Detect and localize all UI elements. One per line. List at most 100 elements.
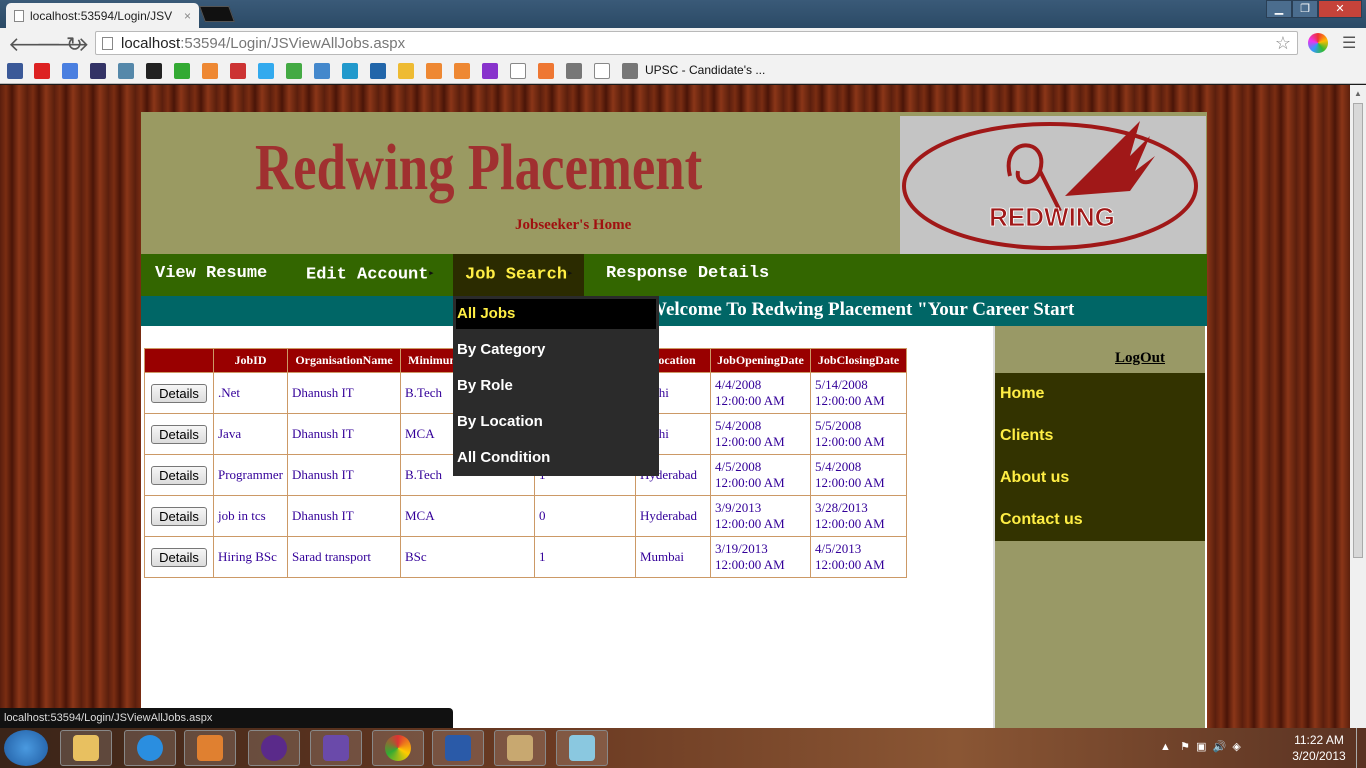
- col-header-closing-date: JobClosingDate: [809, 348, 907, 373]
- cell-closing-date: 5/5/2008 12:00:00 AM: [809, 413, 907, 455]
- taskbar-bittorrent[interactable]: [248, 730, 300, 766]
- dropdown-all-jobs[interactable]: All Jobs: [456, 299, 656, 329]
- windows-icon[interactable]: [174, 63, 190, 79]
- scrollbar-thumb[interactable]: [1353, 103, 1363, 558]
- page-container: Redwing Placement Jobseeker's Home REDWI…: [141, 112, 1207, 728]
- details-button[interactable]: Details: [151, 547, 207, 567]
- taskbar-word[interactable]: [432, 730, 484, 766]
- marquee-text: Welcome To Redwing Placement "Your Caree…: [648, 299, 1075, 320]
- bookmark-hand-icon[interactable]: [398, 63, 414, 79]
- submenu-arrow-icon: ▶: [429, 270, 434, 278]
- details-button[interactable]: Details: [151, 465, 207, 485]
- action-center-icon[interactable]: ⚑: [1180, 741, 1190, 753]
- chrome-icon: [385, 735, 411, 761]
- site-title: Redwing Placement: [255, 131, 703, 204]
- redwing-logo: REDWING: [900, 116, 1206, 254]
- media-player-icon: [197, 735, 223, 761]
- taskbar-paint[interactable]: [494, 730, 546, 766]
- yahoo-icon[interactable]: [482, 63, 498, 79]
- side-item-clients[interactable]: Clients: [995, 415, 1205, 457]
- nav-response-details[interactable]: Response Details: [606, 254, 769, 296]
- nav-job-search[interactable]: Job Search▶: [453, 254, 585, 296]
- start-button[interactable]: [4, 730, 48, 766]
- cell-jobid: .Net: [213, 372, 288, 414]
- page-icon: [102, 36, 113, 50]
- scroll-up-icon[interactable]: ▲: [1354, 89, 1362, 98]
- twitter-icon[interactable]: [258, 63, 274, 79]
- dropdown-by-location[interactable]: By Location: [456, 407, 656, 443]
- document-icon[interactable]: [594, 63, 610, 79]
- taskbar-media-player[interactable]: [184, 730, 236, 766]
- cell-hidden: 0: [533, 495, 636, 537]
- cell-organisation: Dhanush IT: [286, 454, 401, 496]
- cell-jobid: job in tcs: [213, 495, 288, 537]
- details-button[interactable]: Details: [151, 424, 207, 444]
- dropdown-by-role[interactable]: By Role: [456, 371, 656, 407]
- bookmark-cloud-icon[interactable]: [538, 63, 554, 79]
- details-button[interactable]: Details: [151, 383, 207, 403]
- bookmark-m-icon[interactable]: [146, 63, 162, 79]
- reload-icon[interactable]: ↻: [66, 32, 83, 57]
- cell-opening-date: 4/4/2008 12:00:00 AM: [709, 372, 811, 414]
- taskbar-clock[interactable]: 11:22 AM 3/20/2013: [1284, 732, 1354, 764]
- bookmark-t-icon[interactable]: [118, 63, 134, 79]
- tab-close-icon[interactable]: ×: [184, 9, 191, 23]
- minimize-button[interactable]: ▁: [1266, 0, 1292, 18]
- network-icon[interactable]: ▣: [1196, 741, 1206, 753]
- show-desktop-button[interactable]: [1356, 728, 1366, 768]
- taskbar-chrome[interactable]: [372, 730, 424, 766]
- bookmark-grid-icon[interactable]: [314, 63, 330, 79]
- window-controls: ▁ ❐ ✕: [1266, 0, 1362, 18]
- youtube-icon[interactable]: [34, 63, 50, 79]
- side-item-about-us[interactable]: About us: [995, 457, 1205, 499]
- page-scrollbar[interactable]: ▲: [1350, 85, 1366, 728]
- taskbar-notes[interactable]: [556, 730, 608, 766]
- tab-title: localhost:53594/Login/JSV: [30, 8, 173, 23]
- nav-edit-account[interactable]: Edit Account▶: [306, 254, 434, 296]
- document-icon[interactable]: [510, 63, 526, 79]
- bookmark-upsc[interactable]: UPSC - Candidate's ...: [645, 63, 765, 77]
- facebook-icon[interactable]: [7, 63, 23, 79]
- cell-jobid: Programmer: [213, 454, 288, 496]
- close-window-button[interactable]: ✕: [1318, 0, 1362, 18]
- col-header-jobid: JobID: [213, 348, 288, 373]
- visual-studio-icon: [323, 735, 349, 761]
- ie-icon[interactable]: [342, 63, 358, 79]
- extension-icon[interactable]: [1308, 33, 1328, 53]
- side-item-home[interactable]: Home: [995, 373, 1205, 415]
- bookmark-s-icon[interactable]: [90, 63, 106, 79]
- menu-icon[interactable]: ☰: [1342, 33, 1356, 53]
- cell-qualification: MCA: [399, 495, 535, 537]
- bookmark-g-icon[interactable]: [426, 63, 442, 79]
- address-bar[interactable]: localhost:53594/Login/JSViewAllJobs.aspx…: [95, 31, 1298, 55]
- bookmark-g-icon[interactable]: [202, 63, 218, 79]
- gmail-icon[interactable]: [230, 63, 246, 79]
- cell-location: Mumbai: [634, 536, 711, 578]
- taskbar-ie[interactable]: [124, 730, 176, 766]
- col-header-opening-date: JobOpeningDate: [709, 348, 811, 373]
- dropdown-by-category[interactable]: By Category: [456, 335, 656, 371]
- job-search-dropdown: All Jobs By Category By Role By Location…: [453, 296, 659, 476]
- globe-icon[interactable]: [370, 63, 386, 79]
- windows-taskbar: ▲ ⚑ ▣ 🔊 ◈ 11:22 AM 3/20/2013: [0, 728, 1366, 768]
- cell-location: Hyderabad: [634, 495, 711, 537]
- dropbox-icon[interactable]: ◈: [1232, 741, 1240, 753]
- google-icon[interactable]: [62, 63, 78, 79]
- volume-icon[interactable]: 🔊: [1213, 741, 1227, 753]
- taskbar-visual-studio[interactable]: [310, 730, 362, 766]
- maximize-button[interactable]: ❐: [1292, 0, 1318, 18]
- bookmark-star-icon[interactable]: ☆: [1275, 33, 1291, 54]
- windows-icon[interactable]: [286, 63, 302, 79]
- details-button[interactable]: Details: [151, 506, 207, 526]
- browser-tab[interactable]: localhost:53594/Login/JSV ×: [6, 3, 199, 28]
- side-item-contact-us[interactable]: Contact us: [995, 499, 1205, 541]
- nav-view-resume[interactable]: View Resume: [155, 254, 267, 296]
- dropdown-all-condition[interactable]: All Condition: [456, 443, 656, 479]
- taskbar-explorer[interactable]: [60, 730, 112, 766]
- bookmark-building-icon[interactable]: [566, 63, 582, 79]
- bookmark-g-icon[interactable]: [454, 63, 470, 79]
- show-hidden-icons-icon[interactable]: ▲: [1160, 741, 1171, 753]
- new-tab-button[interactable]: [199, 6, 235, 22]
- logout-link[interactable]: LogOut: [1115, 350, 1165, 367]
- bookmark-building-icon[interactable]: [622, 63, 638, 79]
